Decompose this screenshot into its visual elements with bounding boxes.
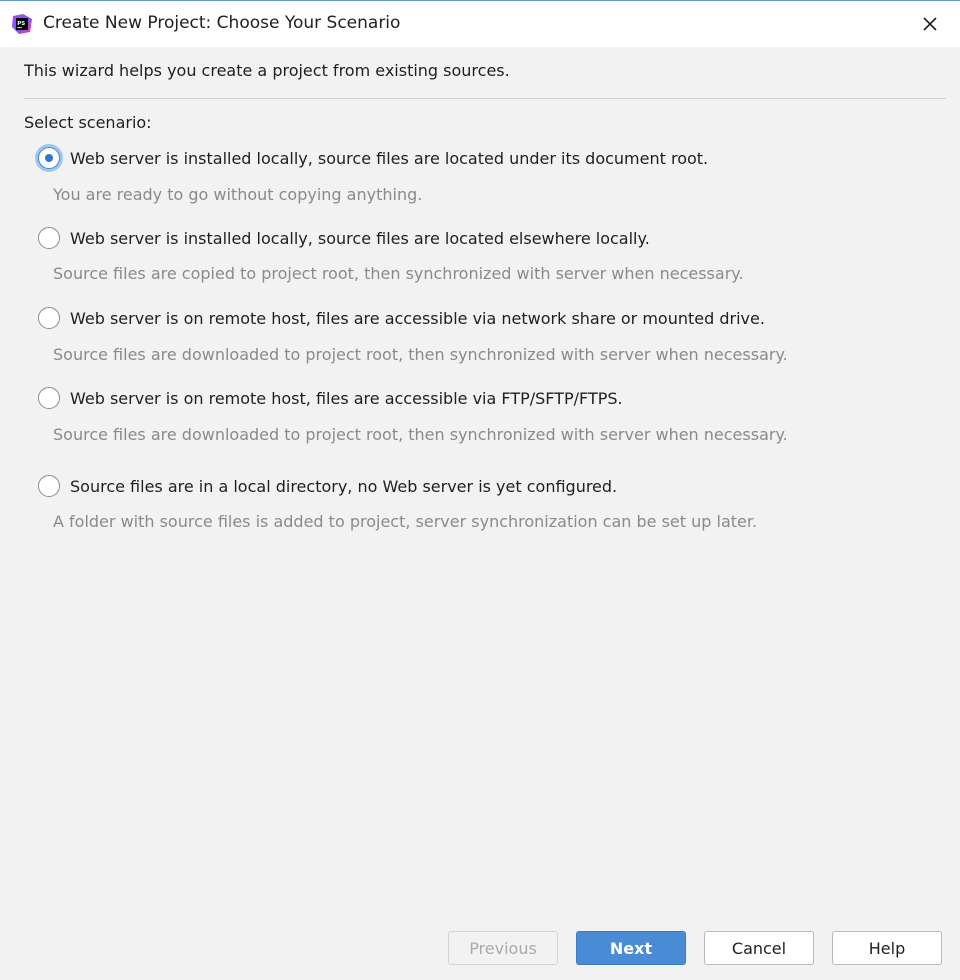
scenario-option-label: Web server is on remote host, files are … <box>70 308 765 328</box>
help-button[interactable]: Help <box>832 931 942 965</box>
phpstorm-logo-icon: PS <box>11 13 33 35</box>
svg-text:PS: PS <box>17 21 25 27</box>
scenario-option-description: You are ready to go without copying anyt… <box>53 185 423 204</box>
scenario-option-description: A folder with source files is added to p… <box>53 512 758 531</box>
radio-button-selected[interactable] <box>38 147 60 169</box>
window-title: Create New Project: Choose Your Scenario <box>43 13 401 33</box>
scenario-option-description: Source files are downloaded to project r… <box>53 345 788 364</box>
title-bar: PS Create New Project: Choose Your Scena… <box>0 1 960 47</box>
scenario-option-description: Source files are downloaded to project r… <box>53 425 788 444</box>
dialog-window: PS Create New Project: Choose Your Scena… <box>0 0 960 980</box>
radio-button[interactable] <box>38 227 60 249</box>
radio-button[interactable] <box>38 387 60 409</box>
select-scenario-label: Select scenario: <box>24 113 152 132</box>
scenario-option-label: Web server is on remote host, files are … <box>70 388 623 408</box>
scenario-option-label: Web server is installed locally, source … <box>70 148 709 168</box>
scenario-option-local-elsewhere[interactable]: Web server is installed locally, source … <box>38 224 938 252</box>
scenario-option-remote-ftp[interactable]: Web server is on remote host, files are … <box>38 384 938 412</box>
scenario-option-local-docroot[interactable]: Web server is installed locally, source … <box>38 144 938 172</box>
scenario-option-remote-share[interactable]: Web server is on remote host, files are … <box>38 304 938 332</box>
header-separator <box>24 98 946 99</box>
scenario-option-local-no-server[interactable]: Source files are in a local directory, n… <box>38 472 938 500</box>
radio-button[interactable] <box>38 307 60 329</box>
cancel-button[interactable]: Cancel <box>704 931 814 965</box>
next-button[interactable]: Next <box>576 931 686 965</box>
scenario-option-label: Web server is installed locally, source … <box>70 228 650 248</box>
close-icon[interactable] <box>914 9 946 39</box>
radio-button[interactable] <box>38 475 60 497</box>
previous-button[interactable]: Previous <box>448 931 558 965</box>
scenario-option-label: Source files are in a local directory, n… <box>70 476 618 496</box>
wizard-intro-text: This wizard helps you create a project f… <box>24 61 510 80</box>
scenario-option-description: Source files are copied to project root,… <box>53 264 744 283</box>
